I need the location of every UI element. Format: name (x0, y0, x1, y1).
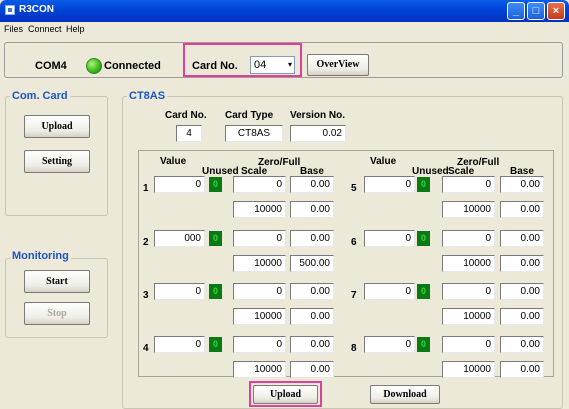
maximize-button[interactable]: □ (527, 2, 545, 20)
channel-value-field[interactable]: 0 (364, 283, 415, 300)
channel-zero-scale-field[interactable]: 0 (233, 283, 286, 300)
channel-zero-scale-field[interactable]: 0 (442, 176, 495, 193)
channel-value-field[interactable]: 000 (154, 230, 205, 247)
channel-number: 5 (351, 183, 357, 194)
channel-zero-scale-field[interactable]: 0 (233, 230, 286, 247)
channel-zero-scale-field[interactable]: 0 (442, 230, 495, 247)
channel-zero-base-field[interactable]: 0.00 (500, 176, 544, 193)
app-icon (5, 5, 15, 15)
channel-full-base-field[interactable]: 0.00 (500, 361, 544, 378)
channel-number: 1 (143, 183, 149, 194)
channel-zero-base-field[interactable]: 0.00 (500, 336, 544, 353)
channel-unused-indicator[interactable]: 0 (209, 284, 222, 299)
title-bar[interactable]: R3CON _ □ × (0, 0, 569, 22)
channel-zero-scale-field[interactable]: 0 (442, 283, 495, 300)
channel-zero-scale-field[interactable]: 0 (442, 336, 495, 353)
channel-full-scale-field[interactable]: 10000 (233, 361, 286, 378)
channel-zero-base-field[interactable]: 0.00 (500, 283, 544, 300)
channel-full-base-field[interactable]: 500.00 (290, 255, 334, 272)
channel-unused-indicator[interactable]: 0 (417, 337, 430, 352)
channel-full-base-field[interactable]: 0.00 (500, 308, 544, 325)
channel-full-base-field[interactable]: 0.00 (500, 201, 544, 218)
com-card-setting-button[interactable]: Setting (24, 150, 90, 173)
channel-number: 2 (143, 237, 149, 248)
channel-full-base-field[interactable]: 0.00 (290, 308, 334, 325)
ct8as-download-button[interactable]: Download (370, 385, 440, 404)
version-no-header: Version No. (290, 110, 346, 121)
card-type-field: CT8AS (225, 125, 283, 142)
channel-number: 8 (351, 343, 357, 354)
channel-zero-base-field[interactable]: 0.00 (290, 336, 334, 353)
channel-value-field[interactable]: 0 (154, 176, 205, 193)
overview-button[interactable]: OverView (307, 54, 369, 76)
window-title: R3CON (19, 4, 55, 15)
channel-full-scale-field[interactable]: 10000 (233, 255, 286, 272)
version-no-field: 0.02 (290, 125, 346, 142)
channel-unused-indicator[interactable]: 0 (209, 231, 222, 246)
channel-unused-indicator[interactable]: 0 (209, 177, 222, 192)
channel-zero-base-field[interactable]: 0.00 (290, 283, 334, 300)
minimize-button[interactable]: _ (507, 2, 525, 20)
card-no-field: 4 (176, 125, 202, 142)
dropdown-arrow-icon[interactable]: ▾ (288, 57, 292, 73)
connection-toolbar: COM4 Connected Card No. 04 ▾ OverView (4, 42, 563, 78)
com-card-upload-button[interactable]: Upload (24, 115, 90, 138)
card-no-label: Card No. (192, 60, 238, 72)
channel-value-field[interactable]: 0 (364, 176, 415, 193)
channel-zero-base-field[interactable]: 0.00 (290, 230, 334, 247)
channel-number: 6 (351, 237, 357, 248)
channel-number: 3 (143, 290, 149, 301)
channel-unused-indicator[interactable]: 0 (417, 231, 430, 246)
channel-full-scale-field[interactable]: 10000 (442, 308, 495, 325)
channel-full-base-field[interactable]: 0.00 (500, 255, 544, 272)
channel-value-field[interactable]: 0 (364, 230, 415, 247)
card-no-header: Card No. (165, 110, 207, 121)
monitoring-title: Monitoring (10, 250, 71, 262)
channel-full-base-field[interactable]: 0.00 (290, 361, 334, 378)
value-header-right: Value (370, 156, 397, 167)
channel-full-scale-field[interactable]: 10000 (442, 255, 495, 272)
card-type-header: Card Type (225, 110, 274, 121)
channel-unused-indicator[interactable]: 0 (417, 284, 430, 299)
menu-bar: Files Connect Help (0, 22, 569, 36)
ct8as-title: CT8AS (127, 90, 168, 102)
channel-value-field[interactable]: 0 (364, 336, 415, 353)
card-no-select[interactable]: 04 ▾ (250, 56, 295, 74)
com-port-label: COM4 (35, 60, 67, 72)
channel-unused-indicator[interactable]: 0 (417, 177, 430, 192)
channel-value-field[interactable]: 0 (154, 336, 205, 353)
card-no-value: 04 (254, 59, 267, 71)
channel-value-field[interactable]: 0 (154, 283, 205, 300)
value-header: Value (160, 156, 187, 167)
ct8as-upload-button[interactable]: Upload (253, 385, 318, 404)
channel-full-scale-field[interactable]: 10000 (442, 361, 495, 378)
channel-number: 4 (143, 343, 149, 354)
channel-zero-base-field[interactable]: 0.00 (500, 230, 544, 247)
monitoring-stop-button: Stop (24, 302, 90, 325)
channel-full-scale-field[interactable]: 10000 (233, 201, 286, 218)
channel-full-scale-field[interactable]: 10000 (233, 308, 286, 325)
menu-files[interactable]: Files (4, 24, 23, 34)
channel-zero-base-field[interactable]: 0.00 (290, 176, 334, 193)
channel-full-base-field[interactable]: 0.00 (290, 201, 334, 218)
channel-zero-scale-field[interactable]: 0 (233, 176, 286, 193)
close-button[interactable]: × (547, 2, 565, 20)
channel-unused-indicator[interactable]: 0 (209, 337, 222, 352)
monitoring-start-button[interactable]: Start (24, 270, 90, 293)
channel-number: 7 (351, 290, 357, 301)
menu-help[interactable]: Help (66, 24, 85, 34)
connection-status-icon (86, 58, 102, 74)
menu-connect[interactable]: Connect (28, 24, 62, 34)
com-card-title: Com. Card (10, 90, 70, 102)
channel-full-scale-field[interactable]: 10000 (442, 201, 495, 218)
connection-status-text: Connected (104, 60, 161, 72)
channel-zero-scale-field[interactable]: 0 (233, 336, 286, 353)
